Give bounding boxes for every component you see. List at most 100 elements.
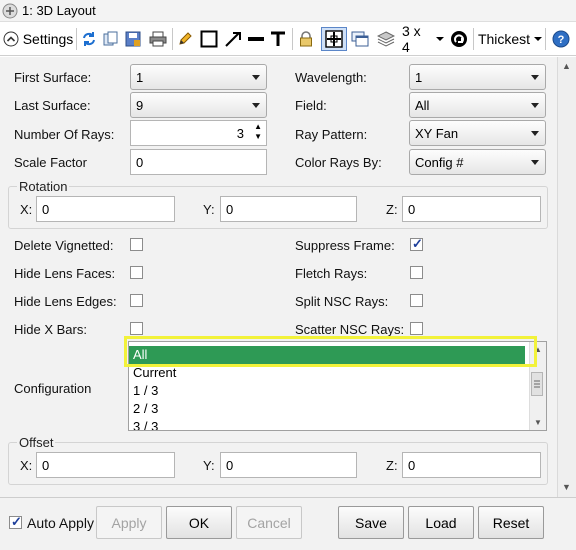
wavelength-label: Wavelength:: [295, 70, 367, 85]
offset-y-value: 0: [226, 458, 234, 473]
first-surface-value: 1: [136, 70, 144, 85]
rotation-y-input[interactable]: 0: [220, 196, 357, 222]
scale-factor-label: Scale Factor: [14, 155, 87, 170]
reset-button[interactable]: Reset: [478, 506, 544, 539]
scale-factor-input[interactable]: 0: [130, 149, 267, 175]
config-item-1[interactable]: 1 / 3: [129, 382, 525, 400]
caret-down-icon: [436, 37, 444, 41]
cycle-icon[interactable]: [449, 27, 469, 51]
auto-apply-checkbox[interactable]: [9, 514, 22, 530]
rotation-z-label: Z:: [386, 202, 398, 217]
last-surface-value: 9: [136, 98, 144, 113]
toolbar-separator: [172, 28, 173, 50]
stepper-arrows-icon[interactable]: ▲ ▼: [254, 122, 262, 142]
last-surface-select[interactable]: 9: [130, 92, 267, 118]
number-of-rays-stepper[interactable]: 3 ▲ ▼: [130, 120, 267, 146]
line-thickness-dropdown[interactable]: Thickest: [477, 27, 543, 51]
number-of-rays-label: Number Of Rays:: [14, 127, 115, 142]
scroll-down-arrow-icon[interactable]: ▼: [534, 418, 542, 427]
offset-title: Offset: [17, 435, 56, 450]
auto-apply-label: Auto Apply: [27, 515, 94, 531]
chevron-down-icon: [252, 75, 260, 80]
toolbar-separator: [76, 28, 77, 50]
settings-label: Settings: [22, 31, 74, 47]
fletch-rays-label: Fletch Rays:: [295, 266, 368, 281]
split-nsc-rays-checkbox[interactable]: [410, 294, 423, 307]
rotation-title: Rotation: [17, 179, 70, 194]
selection-highlight: [124, 336, 537, 367]
rectangle-icon[interactable]: [198, 27, 220, 51]
rotation-x-input[interactable]: 0: [36, 196, 175, 222]
delete-vignetted-checkbox[interactable]: [130, 238, 143, 251]
save-image-icon[interactable]: [124, 27, 142, 51]
ok-button[interactable]: OK: [166, 506, 232, 539]
wavelength-select[interactable]: 1: [409, 64, 546, 90]
number-of-rays-value: 3: [236, 126, 244, 141]
scroll-up-arrow-icon[interactable]: ▲: [562, 61, 571, 71]
hide-x-bars-checkbox[interactable]: [130, 322, 143, 335]
hide-lens-edges-label: Hide Lens Edges:: [14, 294, 117, 309]
first-surface-select[interactable]: 1: [130, 64, 267, 90]
rotation-y-value: 0: [226, 202, 234, 217]
crosshair-grid-icon[interactable]: [321, 27, 347, 51]
suppress-frame-checkbox[interactable]: [410, 236, 423, 252]
offset-x-value: 0: [42, 458, 50, 473]
hide-lens-faces-checkbox[interactable]: [130, 266, 143, 279]
svg-text:?: ?: [558, 34, 565, 46]
print-icon[interactable]: [148, 27, 168, 51]
refresh-icon[interactable]: [80, 27, 98, 51]
caret-down-icon: [534, 37, 543, 41]
scatter-nsc-rays-checkbox[interactable]: [410, 322, 423, 335]
field-select[interactable]: All: [409, 92, 546, 118]
config-item-2[interactable]: 2 / 3: [129, 400, 525, 418]
windows-icon[interactable]: [350, 27, 370, 51]
split-nsc-rays-label: Split NSC Rays:: [295, 294, 389, 309]
window-title: 1: 3D Layout: [22, 3, 96, 18]
settings-button[interactable]: Settings: [2, 27, 74, 51]
scroll-thumb[interactable]: [531, 372, 543, 396]
cancel-button[interactable]: Cancel: [236, 506, 302, 539]
app-icon: [2, 3, 18, 19]
chevron-up-circle-icon: [3, 31, 19, 47]
rotation-x-value: 0: [42, 202, 50, 217]
color-rays-by-select[interactable]: Config #: [409, 149, 546, 175]
chevron-down-icon: [531, 131, 539, 136]
text-icon[interactable]: [268, 27, 288, 51]
offset-y-label: Y:: [203, 458, 215, 473]
rotation-y-label: Y:: [203, 202, 215, 217]
suppress-frame-label: Suppress Frame:: [295, 238, 395, 253]
scroll-down-arrow-icon[interactable]: ▼: [562, 482, 571, 492]
layout-label: 3 x 4: [402, 23, 421, 55]
chevron-down-icon: [531, 160, 539, 165]
line-icon[interactable]: [246, 27, 266, 51]
arrow-icon[interactable]: [222, 27, 244, 51]
help-icon[interactable]: ?: [550, 27, 572, 51]
toolbar-separator: [473, 28, 474, 50]
config-item-3[interactable]: 3 / 3: [129, 418, 525, 430]
line-thickness-label: Thickest: [477, 31, 531, 47]
hide-lens-faces-label: Hide Lens Faces:: [14, 266, 116, 281]
field-value: All: [415, 98, 430, 113]
load-button[interactable]: Load: [408, 506, 474, 539]
layers-icon[interactable]: [376, 27, 396, 51]
delete-vignetted-label: Delete Vignetted:: [14, 238, 114, 253]
rotation-z-input[interactable]: 0: [402, 196, 541, 222]
color-rays-by-value: Config #: [415, 155, 464, 170]
offset-y-input[interactable]: 0: [220, 452, 357, 478]
last-surface-label: Last Surface:: [14, 98, 91, 113]
offset-x-input[interactable]: 0: [36, 452, 175, 478]
copy-icon[interactable]: [102, 27, 120, 51]
fletch-rays-checkbox[interactable]: [410, 266, 423, 279]
offset-z-input[interactable]: 0: [402, 452, 541, 478]
hide-lens-edges-checkbox[interactable]: [130, 294, 143, 307]
layout-dropdown[interactable]: 3 x 4: [402, 23, 444, 55]
vertical-scrollbar[interactable]: [557, 57, 576, 497]
save-button[interactable]: Save: [338, 506, 404, 539]
toolbar-separator: [545, 28, 546, 50]
ray-pattern-select[interactable]: XY Fan: [409, 120, 546, 146]
apply-button[interactable]: Apply: [96, 506, 162, 539]
ray-pattern-value: XY Fan: [415, 126, 459, 141]
pencil-icon[interactable]: [176, 27, 194, 51]
lock-icon[interactable]: [297, 27, 315, 51]
toolbar-separator: [292, 28, 293, 50]
